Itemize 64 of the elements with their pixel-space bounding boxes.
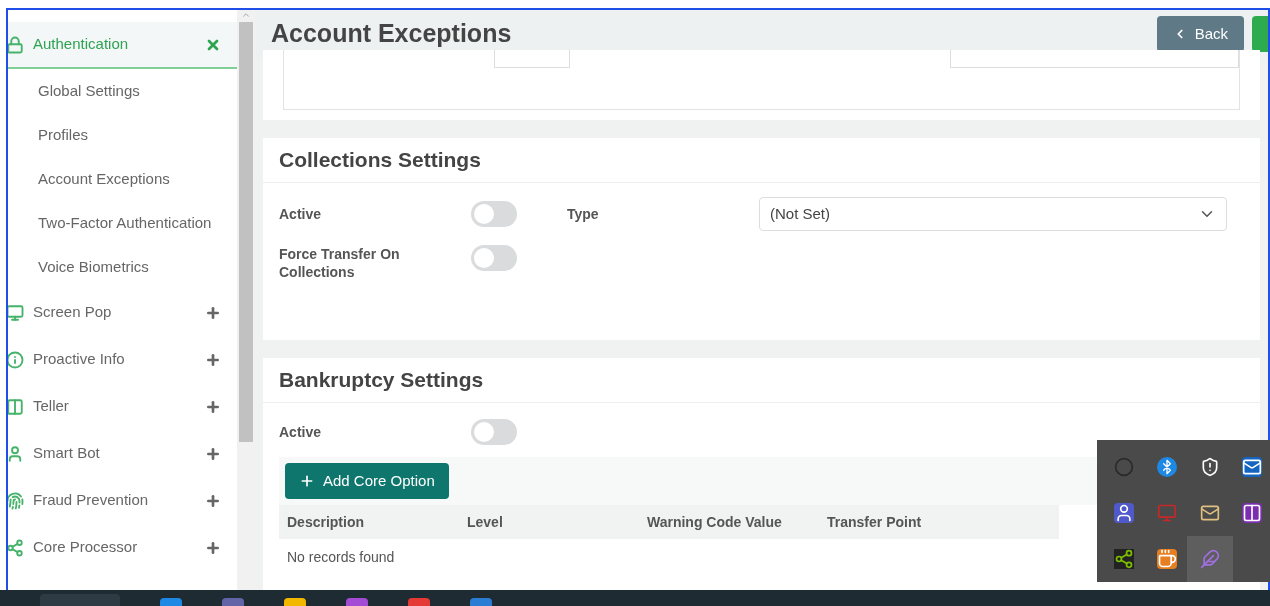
menu-icon bbox=[8, 35, 24, 54]
toggle-switch[interactable] bbox=[471, 245, 517, 271]
add-core-option-button[interactable]: Add Core Option bbox=[285, 463, 449, 499]
section-title: Collections Settings bbox=[263, 138, 1260, 183]
field-label: Active bbox=[279, 204, 323, 224]
sidebar-item[interactable]: Fraud Prevention bbox=[8, 477, 237, 524]
column-header: Description bbox=[287, 512, 365, 532]
bluetooth-icon[interactable] bbox=[1156, 457, 1177, 477]
toggle-switch[interactable] bbox=[471, 419, 517, 445]
input-field[interactable] bbox=[494, 50, 570, 68]
menu-icon bbox=[8, 303, 24, 322]
feather-icon[interactable] bbox=[1199, 549, 1220, 569]
envelope-icon[interactable] bbox=[1199, 503, 1220, 523]
plus-icon bbox=[299, 473, 315, 489]
app-icon[interactable] bbox=[1114, 549, 1134, 569]
taskbar-app-icon[interactable] bbox=[346, 598, 368, 606]
submenu-item[interactable]: Two-Factor Authentication bbox=[8, 201, 237, 245]
back-button[interactable]: Back bbox=[1156, 16, 1244, 52]
menu-icon bbox=[8, 397, 24, 416]
column-header: Warning Code Value bbox=[647, 512, 783, 532]
menu-icon bbox=[8, 350, 24, 369]
sidebar-item[interactable]: Smart Bot bbox=[8, 430, 237, 477]
submenu-item[interactable]: Profiles bbox=[8, 113, 237, 157]
taskbar-app-icon[interactable] bbox=[408, 598, 430, 606]
field-label: Force Transfer On Collections bbox=[279, 245, 401, 281]
menu-icon bbox=[8, 491, 24, 510]
field-label: Type bbox=[567, 204, 600, 224]
scrollbar[interactable] bbox=[237, 10, 255, 590]
circle-icon[interactable] bbox=[1114, 457, 1134, 477]
sidebar-item[interactable]: Screen Pop bbox=[8, 289, 237, 336]
menu-icon bbox=[8, 444, 24, 463]
scroll-up-icon[interactable] bbox=[241, 10, 251, 20]
expand-icon[interactable] bbox=[205, 351, 221, 368]
column-header: Level bbox=[467, 512, 504, 532]
submenu-item[interactable]: Global Settings bbox=[8, 69, 237, 113]
sidebar-item[interactable]: Teller bbox=[8, 383, 237, 430]
taskbar-app-icon[interactable] bbox=[470, 598, 492, 606]
sidebar-item[interactable]: Authentication bbox=[8, 22, 237, 69]
monitor-icon[interactable] bbox=[1156, 503, 1177, 523]
mail-icon[interactable] bbox=[1242, 457, 1263, 477]
page-title: Account Exceptions bbox=[271, 18, 512, 50]
submenu-item[interactable]: Account Exceptions bbox=[8, 157, 237, 201]
field-label: Active bbox=[279, 422, 323, 442]
taskbar-app-icon[interactable] bbox=[160, 598, 182, 606]
section-title: Bankruptcy Settings bbox=[263, 358, 1260, 403]
expand-icon[interactable] bbox=[205, 398, 221, 415]
menu-icon bbox=[8, 538, 24, 557]
expand-icon[interactable] bbox=[205, 492, 221, 509]
taskbar-app-icon[interactable] bbox=[284, 598, 306, 606]
cup-icon[interactable] bbox=[1156, 549, 1177, 569]
expand-icon[interactable] bbox=[205, 304, 221, 321]
sidebar-item[interactable]: Core Processor bbox=[8, 524, 237, 571]
input-field[interactable] bbox=[950, 50, 1239, 68]
expand-icon[interactable] bbox=[205, 539, 221, 556]
empty-message: No records found bbox=[287, 548, 395, 567]
expand-icon[interactable] bbox=[205, 445, 221, 462]
type-dropdown[interactable]: (Not Set) bbox=[759, 197, 1227, 231]
taskbar-app-icon[interactable] bbox=[222, 598, 244, 606]
column-header: Transfer Point bbox=[827, 512, 923, 532]
sidebar-item[interactable]: Proactive Info bbox=[8, 336, 237, 383]
submenu-item[interactable]: Voice Biometrics bbox=[8, 245, 237, 289]
toggle-switch[interactable] bbox=[471, 201, 517, 227]
save-button[interactable] bbox=[1252, 16, 1268, 52]
person-icon[interactable] bbox=[1114, 503, 1134, 523]
